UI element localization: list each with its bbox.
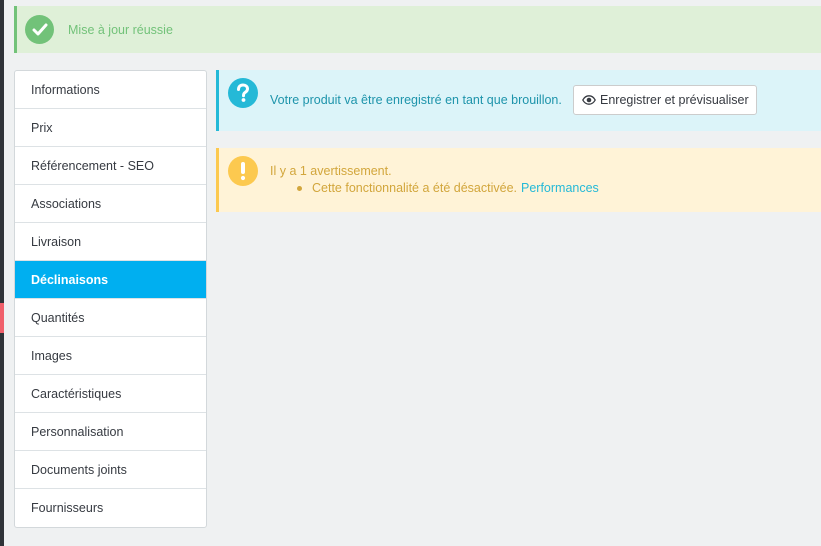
question-icon: [228, 78, 258, 108]
admin-sidebar-edge: [0, 0, 4, 546]
info-alert: Votre produit va être enregistré en tant…: [216, 70, 821, 131]
bullet-icon: [297, 185, 302, 191]
tab-informations[interactable]: Informations: [15, 71, 206, 109]
success-message: Mise à jour réussie: [68, 22, 173, 37]
draft-message: Votre produit va être enregistré en tant…: [270, 93, 562, 107]
eye-icon: [582, 95, 596, 105]
warning-title: Il y a 1 avertissement.: [270, 164, 392, 178]
tab-documents-joints[interactable]: Documents joints: [15, 451, 206, 489]
warning-item-text: Cette fonctionnalité a été désactivée.: [312, 181, 517, 195]
tab-caracteristiques[interactable]: Caractéristiques: [15, 375, 206, 413]
product-tabs: Informations Prix Référencement - SEO As…: [14, 70, 207, 528]
success-alert: Mise à jour réussie: [14, 6, 821, 53]
tab-images[interactable]: Images: [15, 337, 206, 375]
tab-quantites[interactable]: Quantités: [15, 299, 206, 337]
performances-link[interactable]: Performances: [521, 181, 599, 195]
tab-livraison[interactable]: Livraison: [15, 223, 206, 261]
tab-declinaisons[interactable]: Déclinaisons: [15, 261, 206, 299]
warning-item: Cette fonctionnalité a été désactivée. P…: [297, 181, 599, 195]
check-icon: [25, 15, 54, 44]
save-and-preview-button[interactable]: Enregistrer et prévisualiser: [573, 85, 757, 115]
sidebar-active-marker: [0, 303, 4, 333]
exclamation-icon: [228, 156, 258, 186]
save-and-preview-label: Enregistrer et prévisualiser: [600, 93, 749, 107]
tab-personnalisation[interactable]: Personnalisation: [15, 413, 206, 451]
warning-alert: Il y a 1 avertissement. Cette fonctionna…: [216, 148, 821, 212]
tab-fournisseurs[interactable]: Fournisseurs: [15, 489, 206, 527]
tab-prix[interactable]: Prix: [15, 109, 206, 147]
tab-seo[interactable]: Référencement - SEO: [15, 147, 206, 185]
tab-associations[interactable]: Associations: [15, 185, 206, 223]
